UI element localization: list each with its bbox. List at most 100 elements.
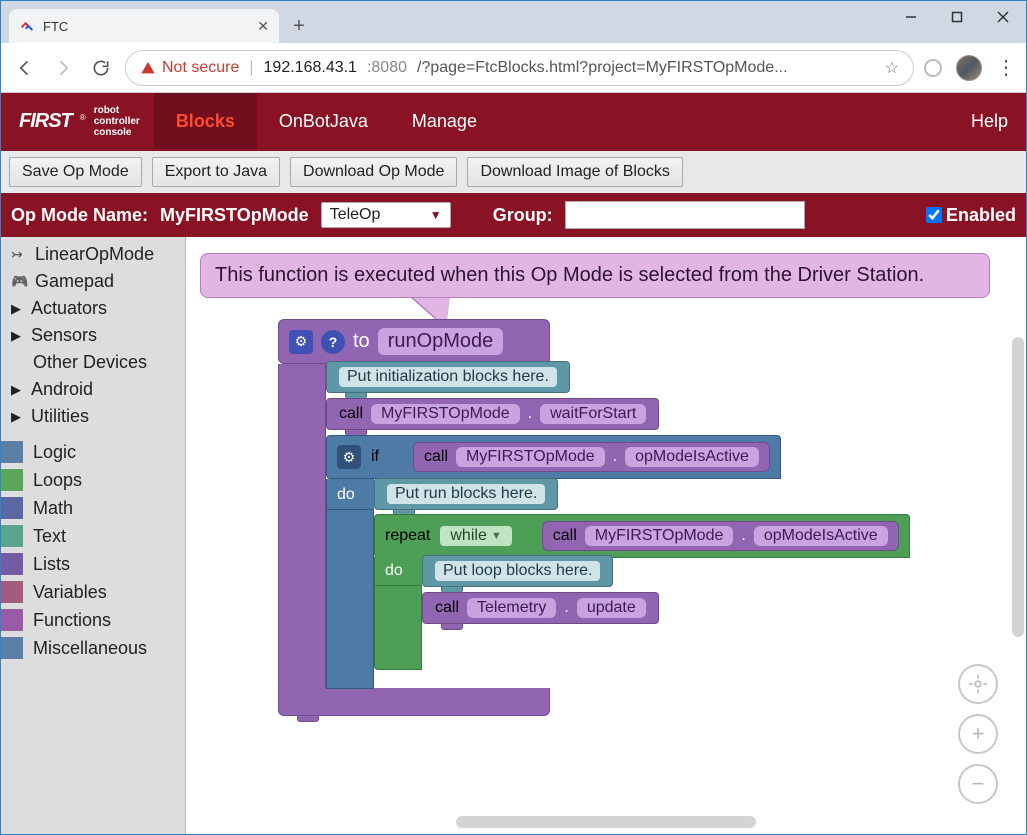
loop-placeholder-block[interactable]: Put loop blocks here. bbox=[422, 555, 613, 587]
sidebar-item-otherdevices[interactable]: Other Devices bbox=[1, 349, 185, 376]
opmode-name-label: Op Mode Name: bbox=[11, 205, 148, 226]
sidebar-item-utilities[interactable]: ▶Utilities bbox=[1, 403, 185, 430]
toolbar: Save Op Mode Export to Java Download Op … bbox=[1, 149, 1026, 195]
run-placeholder-block[interactable]: Put run blocks here. bbox=[374, 478, 558, 510]
window-minimize-button[interactable] bbox=[888, 1, 934, 33]
color-swatch bbox=[1, 581, 23, 603]
browser-tab[interactable]: FTC ✕ bbox=[9, 9, 279, 43]
if-label: if bbox=[371, 448, 379, 466]
init-placeholder-block[interactable]: Put initialization blocks here. bbox=[326, 361, 570, 393]
horizontal-scrollbar[interactable] bbox=[456, 816, 756, 828]
url-host: 192.168.43.1 bbox=[264, 59, 357, 77]
target-field: MyFIRSTOpMode bbox=[585, 526, 734, 546]
method-field: opModeIsActive bbox=[625, 447, 759, 467]
cat-label: Logic bbox=[33, 442, 76, 463]
cat-logic[interactable]: Logic bbox=[1, 438, 185, 466]
cat-misc[interactable]: Miscellaneous bbox=[1, 634, 185, 662]
nav-forward-button[interactable] bbox=[49, 54, 77, 82]
center-view-button[interactable] bbox=[958, 664, 998, 704]
gear-icon[interactable]: ⚙ bbox=[337, 445, 361, 469]
tab-title: FTC bbox=[43, 19, 249, 34]
not-secure-indicator: Not secure bbox=[140, 59, 239, 77]
procedure-name-field[interactable]: runOpMode bbox=[378, 328, 504, 355]
extension-icon[interactable] bbox=[924, 59, 942, 77]
sidebar-item-actuators[interactable]: ▶Actuators bbox=[1, 295, 185, 322]
to-label: to bbox=[353, 330, 370, 353]
group-input[interactable] bbox=[565, 201, 805, 229]
cat-label: Lists bbox=[33, 554, 70, 575]
do-label: do bbox=[374, 557, 422, 586]
brand-sub1: robot bbox=[94, 105, 140, 116]
opmode-name-value: MyFIRSTOpMode bbox=[160, 205, 309, 226]
color-swatch bbox=[1, 469, 23, 491]
sidebar-item-android[interactable]: ▶Android bbox=[1, 376, 185, 403]
vertical-scrollbar[interactable] bbox=[1012, 337, 1024, 637]
nav-onbotjava[interactable]: OnBotJava bbox=[257, 93, 390, 149]
sidebar-item-gamepad[interactable]: 🎮Gamepad bbox=[1, 268, 185, 295]
while-text: while bbox=[450, 527, 486, 545]
dot: . bbox=[741, 527, 745, 545]
save-opmode-button[interactable]: Save Op Mode bbox=[9, 157, 142, 187]
nav-help[interactable]: Help bbox=[953, 111, 1026, 132]
color-swatch bbox=[1, 553, 23, 575]
opmode-config-row: Op Mode Name: MyFIRSTOpMode TeleOp ▼ Gro… bbox=[1, 195, 1026, 235]
cat-label: Text bbox=[33, 526, 66, 547]
call-label: call bbox=[553, 527, 577, 545]
call-telemetry-update-block[interactable]: call Telemetry . update bbox=[422, 592, 659, 624]
export-java-button[interactable]: Export to Java bbox=[152, 157, 280, 187]
cat-functions[interactable]: Functions bbox=[1, 606, 185, 634]
nav-reload-button[interactable] bbox=[87, 54, 115, 82]
bookmark-star-icon[interactable]: ☆ bbox=[885, 58, 899, 78]
repeat-label: repeat bbox=[385, 527, 430, 545]
procedure-foot[interactable] bbox=[278, 688, 550, 716]
do-label: do bbox=[326, 481, 374, 510]
profile-avatar[interactable] bbox=[956, 55, 982, 81]
url-port: :8080 bbox=[367, 59, 407, 77]
nav-back-button[interactable] bbox=[11, 54, 39, 82]
window-close-button[interactable] bbox=[980, 1, 1026, 33]
toolbox-sidebar: ↣LinearOpMode 🎮Gamepad ▶Actuators ▶Senso… bbox=[1, 237, 186, 834]
opmode-flavor-select[interactable]: TeleOp ▼ bbox=[321, 202, 451, 228]
cat-lists[interactable]: Lists bbox=[1, 550, 185, 578]
download-image-button[interactable]: Download Image of Blocks bbox=[467, 157, 682, 187]
cat-label: Functions bbox=[33, 610, 111, 631]
block-comment[interactable]: This function is executed when this Op M… bbox=[200, 253, 990, 298]
new-tab-button[interactable]: + bbox=[285, 12, 313, 40]
nav-manage[interactable]: Manage bbox=[390, 93, 499, 149]
color-swatch bbox=[1, 637, 23, 659]
nav-blocks[interactable]: Blocks bbox=[154, 93, 257, 149]
help-icon[interactable]: ? bbox=[321, 330, 345, 354]
placeholder-text: Put initialization blocks here. bbox=[339, 367, 557, 387]
app-header: FIRST® robot controller console Blocks O… bbox=[1, 93, 1026, 149]
blockly-canvas[interactable]: This function is executed when this Op M… bbox=[186, 237, 1026, 834]
color-swatch bbox=[1, 609, 23, 631]
cat-text[interactable]: Text bbox=[1, 522, 185, 550]
url-separator: | bbox=[249, 59, 253, 77]
download-opmode-button[interactable]: Download Op Mode bbox=[290, 157, 457, 187]
group-label: Group: bbox=[493, 205, 553, 226]
while-dropdown[interactable]: while▼ bbox=[440, 526, 511, 546]
cat-loops[interactable]: Loops bbox=[1, 466, 185, 494]
call-waitforstart-block[interactable]: call MyFIRSTOpMode . waitForStart bbox=[326, 398, 659, 430]
omnibox[interactable]: Not secure | 192.168.43.1:8080/?page=Ftc… bbox=[125, 50, 914, 86]
color-swatch bbox=[1, 441, 23, 463]
placeholder-text: Put loop blocks here. bbox=[435, 561, 600, 581]
browser-menu-icon[interactable]: ⋮ bbox=[996, 55, 1016, 80]
dropdown-caret-icon: ▼ bbox=[430, 208, 442, 222]
enabled-toggle[interactable]: Enabled bbox=[926, 205, 1016, 226]
enabled-checkbox[interactable] bbox=[926, 207, 942, 223]
call-label: call bbox=[339, 405, 363, 423]
cat-label: Miscellaneous bbox=[33, 638, 147, 659]
cat-math[interactable]: Math bbox=[1, 494, 185, 522]
gear-icon[interactable]: ⚙ bbox=[289, 330, 313, 354]
cat-variables[interactable]: Variables bbox=[1, 578, 185, 606]
sidebar-item-label: Actuators bbox=[31, 298, 107, 319]
zoom-in-button[interactable]: + bbox=[958, 714, 998, 754]
window-maximize-button[interactable] bbox=[934, 1, 980, 33]
sidebar-item-label: Sensors bbox=[31, 325, 97, 346]
tab-close-icon[interactable]: ✕ bbox=[257, 18, 269, 35]
zoom-out-button[interactable]: − bbox=[958, 764, 998, 804]
sidebar-item-linearopmode[interactable]: ↣LinearOpMode bbox=[1, 241, 185, 268]
color-swatch bbox=[1, 525, 23, 547]
sidebar-item-sensors[interactable]: ▶Sensors bbox=[1, 322, 185, 349]
